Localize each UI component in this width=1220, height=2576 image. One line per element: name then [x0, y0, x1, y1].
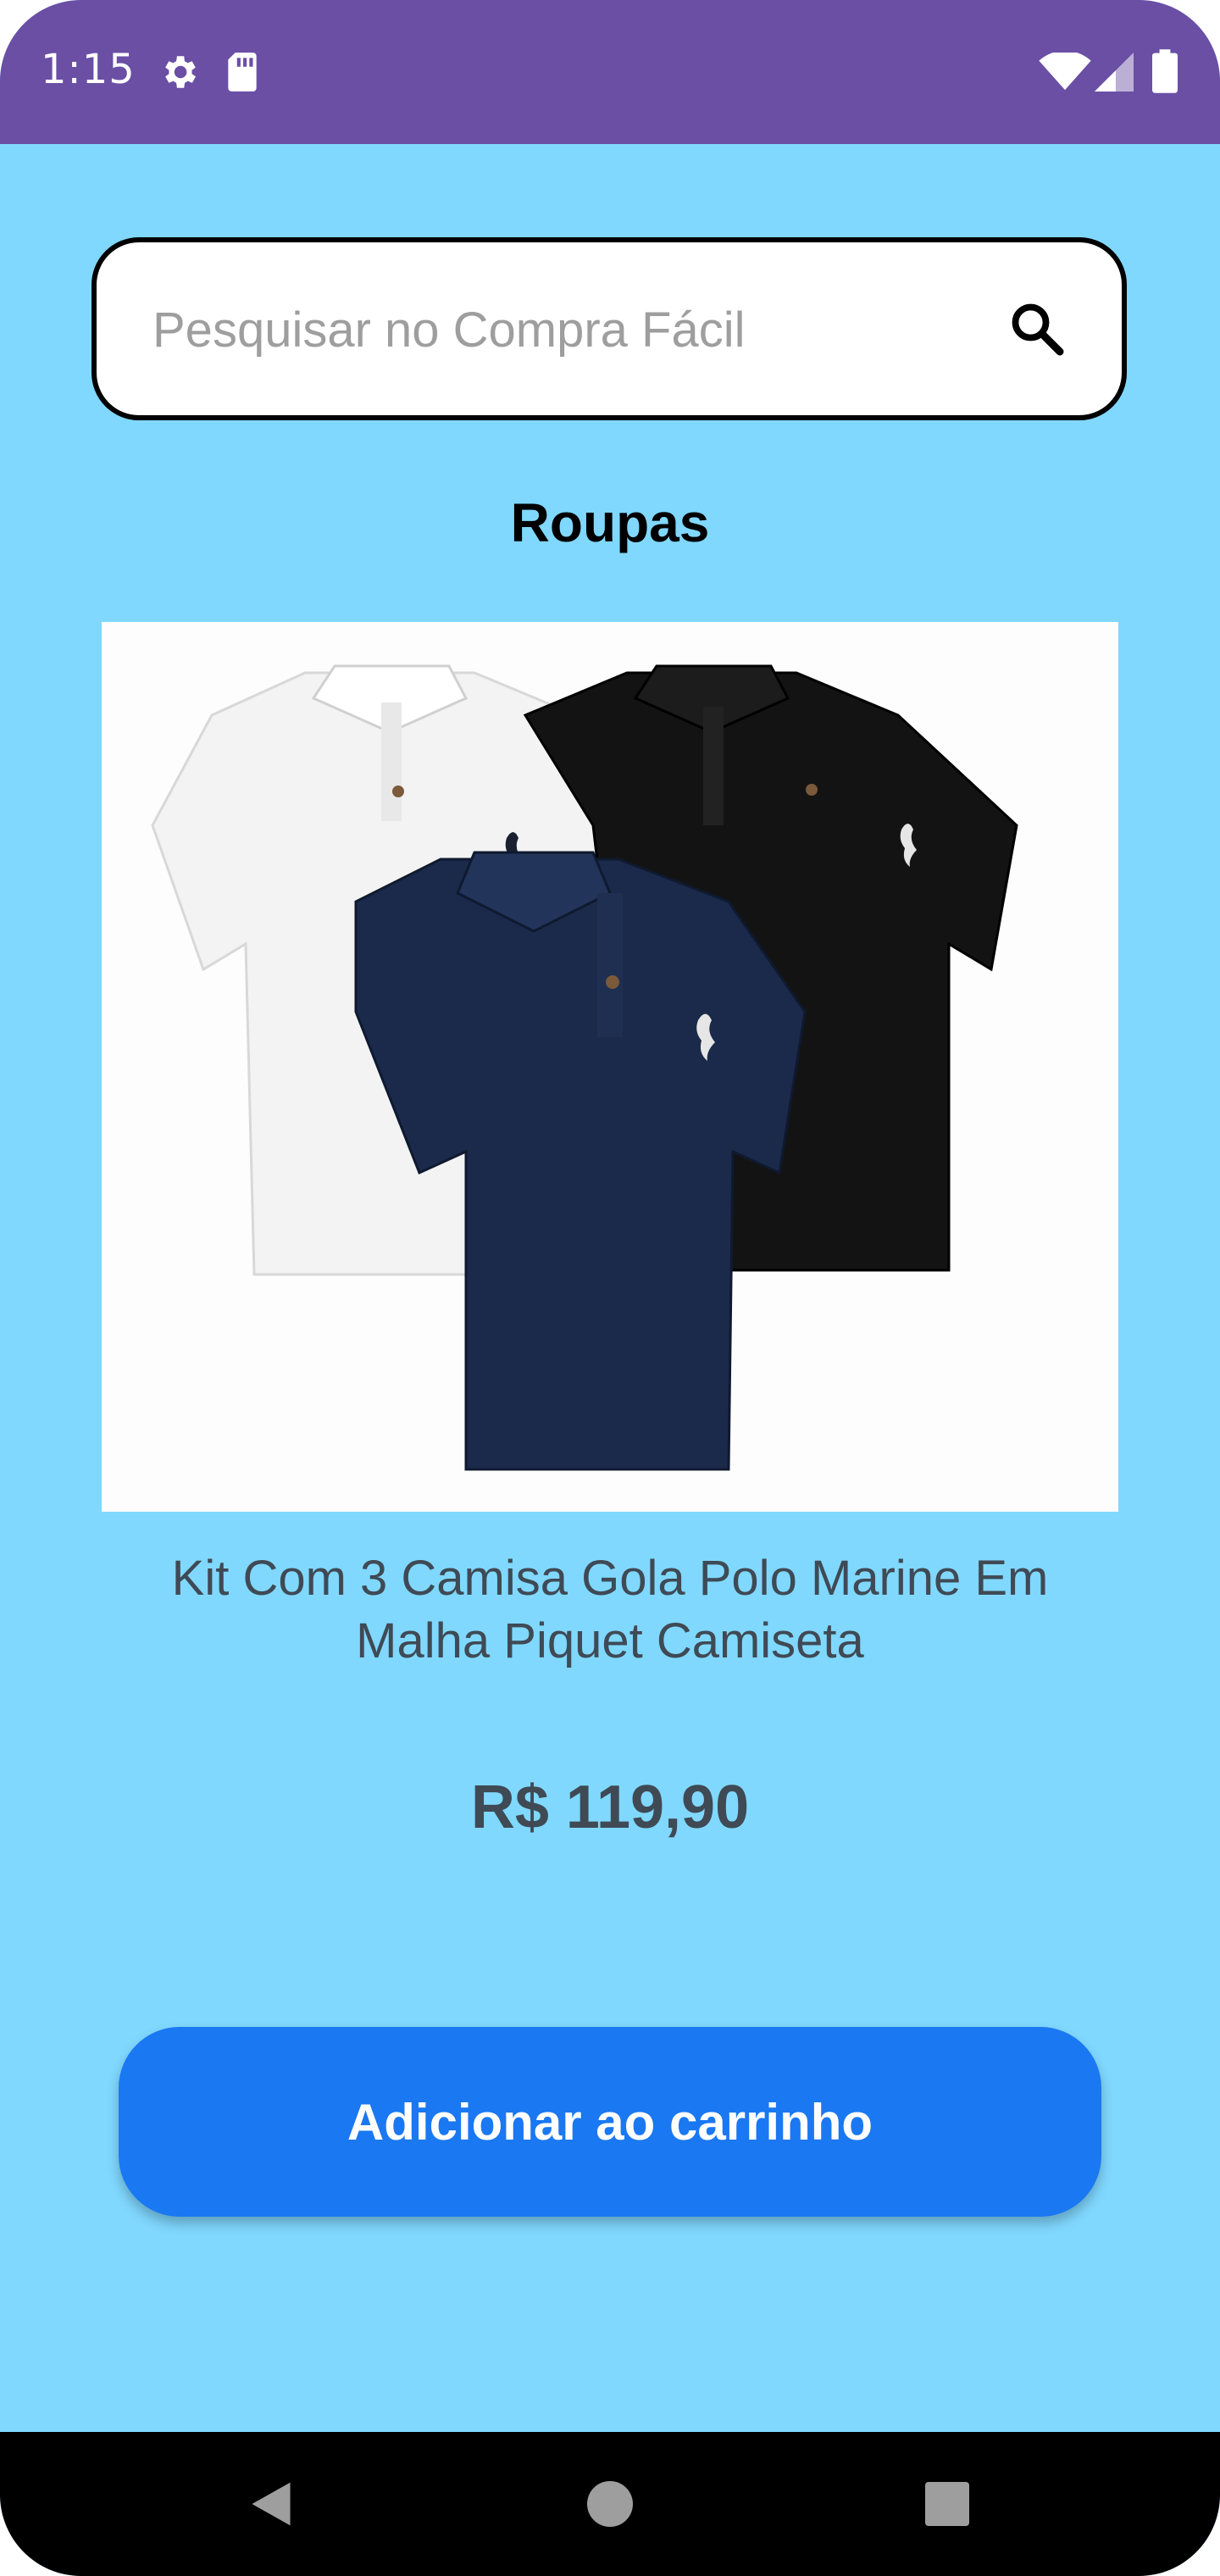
wifi-icon — [1039, 50, 1091, 96]
product-name: Kit Com 3 Camisa Gola Polo Marine Em Mal… — [171, 1551, 1049, 1668]
battery-icon — [1152, 49, 1178, 97]
status-time: 1:15 — [41, 46, 136, 93]
recents-icon[interactable] — [905, 2432, 990, 2576]
product-price: R$ 119,90 — [470, 1774, 750, 1841]
navigation-bar — [0, 2432, 1220, 2576]
product-image[interactable] — [102, 622, 1118, 1512]
back-icon[interactable] — [229, 2432, 313, 2576]
category-title: Roupas — [510, 492, 710, 553]
home-icon[interactable] — [568, 2432, 652, 2576]
app-screen: 1:15 Pesquisar no Compra Fácil Roupas Ki… — [0, 0, 1220, 2576]
status-bar: 1:15 — [0, 0, 1220, 144]
search-box — [92, 237, 1127, 420]
add-to-cart-button[interactable]: Adicionar ao carrinho — [119, 2027, 1101, 2217]
search-icon[interactable] — [1006, 298, 1068, 359]
search-input[interactable] — [151, 242, 1001, 417]
signal-icon — [1095, 53, 1134, 96]
gear-icon — [158, 51, 200, 97]
sd-card-icon — [224, 51, 261, 97]
